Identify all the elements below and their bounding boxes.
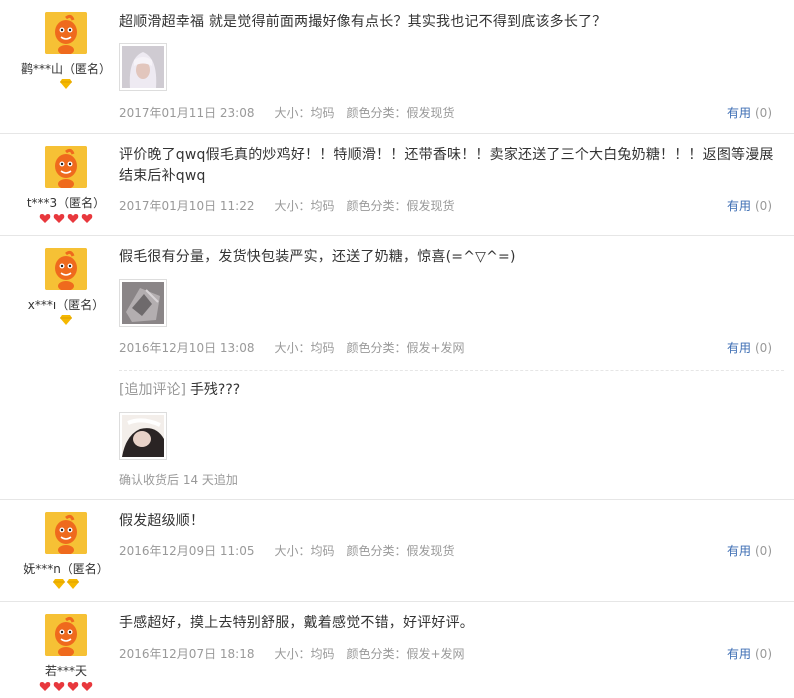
reviewer-rank	[0, 681, 132, 693]
reviewer-rank	[0, 213, 132, 225]
useful-label[interactable]: 有用	[727, 199, 751, 213]
useful-label[interactable]: 有用	[727, 647, 751, 661]
review-meta: 2016年12月07日 18:18 大小：均码 颜色分类：假发+发网	[119, 646, 477, 662]
review-meta: 2016年12月09日 11:05 大小：均码 颜色分类：假发现货	[119, 543, 467, 559]
useful-count: (0)	[755, 199, 772, 213]
wig-photo-thumbnail	[122, 282, 164, 324]
avatar-mascot-icon	[45, 146, 87, 188]
reviewer-name: 妩***n（匿名）	[23, 562, 109, 576]
useful-label[interactable]: 有用	[727, 106, 751, 120]
diamond-icon	[60, 315, 72, 325]
review-meta: 2017年01月11日 23:08 大小：均码 颜色分类：假发现货	[119, 105, 467, 121]
review-text: 手感超好，摸上去特别舒服，戴着感觉不错，好评好评。	[119, 615, 474, 631]
review-item: 鹳***山（匿名） 超顺滑超幸福 就是觉得前面两撮好像有点长？其实我也记不得到底…	[0, 0, 794, 134]
review-item: 若***天 手感超好，摸上去特别舒服，戴着感觉不错，好评好评。 2016年12月…	[0, 602, 794, 698]
review-text: 评价晚了qwq假毛真的炒鸡好！！特顺滑！！还带香味！！卖家还送了三个大白兔奶糖！…	[119, 147, 774, 184]
append-review: [追加评论] 手残??? 确认收货后 14 天追加	[119, 370, 784, 491]
append-note: 确认收货后 14 天追加	[119, 473, 238, 487]
heart-icon	[81, 682, 93, 691]
useful-button[interactable]: 有用 (0)	[727, 646, 772, 662]
heart-icon	[67, 682, 79, 691]
review-item: x***ı（匿名） 假毛很有分量，发货快包装严实，还送了奶糖，惊喜(=^▽^=)…	[0, 236, 794, 500]
avatar[interactable]	[45, 614, 87, 656]
review-size: 大小：均码	[274, 647, 335, 661]
review-photo[interactable]	[119, 43, 167, 91]
avatar[interactable]	[45, 512, 87, 554]
diamond-icon	[53, 579, 65, 589]
useful-button[interactable]: 有用 (0)	[727, 105, 772, 121]
heart-icon	[39, 214, 51, 223]
heart-icon	[67, 214, 79, 223]
review-date: 2017年01月10日 11:22	[119, 199, 255, 213]
reviewer-info: 鹳***山（匿名）	[0, 12, 132, 91]
review-size: 大小：均码	[274, 544, 335, 558]
wig-photo-thumbnail	[122, 415, 164, 457]
review-text: 假发超级顺！	[119, 513, 205, 529]
review-item: 妩***n（匿名） 假发超级顺！ 2016年12月09日 11:05 大小：均码…	[0, 500, 794, 602]
review-size: 大小：均码	[274, 106, 335, 120]
heart-icon	[53, 682, 65, 691]
review-text: 假毛很有分量，发货快包装严实，还送了奶糖，惊喜(=^▽^=)	[119, 249, 516, 265]
review-color: 颜色分类：假发现货	[346, 544, 455, 558]
diamond-icon	[67, 579, 79, 589]
useful-button[interactable]: 有用 (0)	[727, 198, 772, 214]
review-date: 2016年12月09日 11:05	[119, 544, 255, 558]
reviewer-rank	[0, 315, 132, 327]
reviewer-rank	[0, 579, 132, 591]
review-size: 大小：均码	[274, 341, 335, 355]
review-color: 颜色分类：假发现货	[346, 199, 455, 213]
reviewer-name: 鹳***山（匿名）	[20, 62, 111, 76]
review-size: 大小：均码	[274, 199, 335, 213]
avatar[interactable]	[45, 12, 87, 54]
heart-icon	[53, 214, 65, 223]
avatar[interactable]	[45, 146, 87, 188]
avatar-mascot-icon	[45, 614, 87, 656]
review-photo[interactable]	[119, 279, 167, 327]
review-date: 2017年01月11日 23:08	[119, 106, 255, 120]
useful-count: (0)	[755, 647, 772, 661]
useful-count: (0)	[755, 106, 772, 120]
reviewer-info: t***3（匿名）	[0, 146, 132, 225]
review-color: 颜色分类：假发+发网	[346, 341, 465, 355]
useful-count: (0)	[755, 341, 772, 355]
review-item: t***3（匿名） 评价晚了qwq假毛真的炒鸡好！！特顺滑！！还带香味！！卖家还…	[0, 134, 794, 236]
reviewer-info: x***ı（匿名）	[0, 248, 132, 327]
reviewer-name: x***ı（匿名）	[27, 298, 105, 312]
review-text: 超顺滑超幸福 就是觉得前面两撮好像有点长？其实我也记不得到底该多长了？	[119, 14, 607, 30]
diamond-icon	[60, 79, 72, 89]
wig-photo-thumbnail	[122, 46, 164, 88]
avatar-mascot-icon	[45, 512, 87, 554]
review-date: 2016年12月07日 18:18	[119, 647, 255, 661]
review-meta: 2017年01月10日 11:22 大小：均码 颜色分类：假发现货	[119, 198, 467, 214]
review-color: 颜色分类：假发+发网	[346, 647, 465, 661]
avatar[interactable]	[45, 248, 87, 290]
append-tag: [追加评论]	[119, 382, 186, 398]
useful-count: (0)	[755, 544, 772, 558]
heart-icon	[39, 682, 51, 691]
useful-button[interactable]: 有用 (0)	[727, 543, 772, 559]
useful-label[interactable]: 有用	[727, 544, 751, 558]
useful-button[interactable]: 有用 (0)	[727, 340, 772, 356]
reviewer-info: 妩***n（匿名）	[0, 512, 132, 591]
reviewer-rank	[0, 79, 132, 91]
review-color: 颜色分类：假发现货	[346, 106, 455, 120]
append-text: 手残???	[189, 382, 241, 398]
avatar-mascot-icon	[45, 12, 87, 54]
append-photo[interactable]	[119, 412, 167, 460]
reviewer-name: 若***天	[44, 664, 87, 678]
avatar-mascot-icon	[45, 248, 87, 290]
useful-label[interactable]: 有用	[727, 341, 751, 355]
reviewer-info: 若***天	[0, 614, 132, 693]
reviewer-name: t***3（匿名）	[26, 196, 106, 210]
review-meta: 2016年12月10日 13:08 大小：均码 颜色分类：假发+发网	[119, 340, 477, 356]
heart-icon	[81, 214, 93, 223]
review-date: 2016年12月10日 13:08	[119, 341, 255, 355]
